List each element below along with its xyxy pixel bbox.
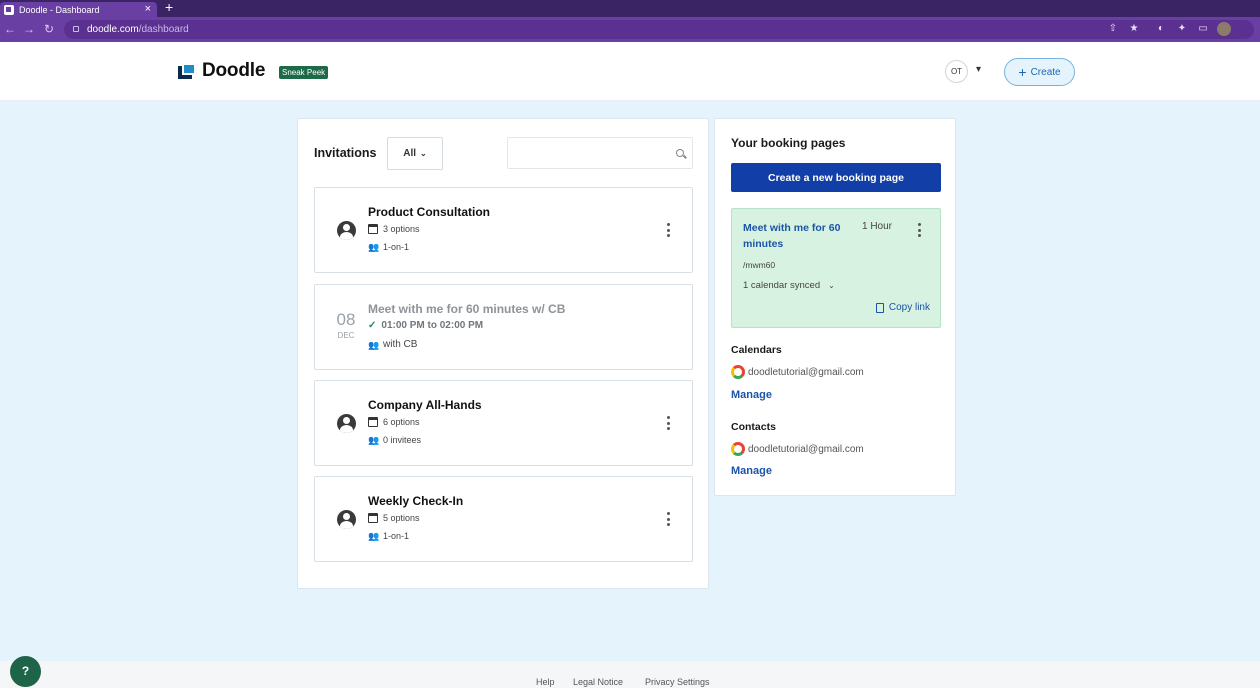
person-icon [337,414,356,433]
people-icon: 👥 [368,339,380,350]
manage-calendars-link[interactable]: Manage [731,389,772,401]
bookmark-star-icon[interactable]: ★ [1128,23,1140,35]
browser-tab-bar: Doodle - Dashboard × + [0,0,1260,17]
event-month: DEC [337,331,355,340]
side-panel-icon[interactable]: ▭ [1197,23,1209,35]
invitation-options: 6 options [368,417,420,427]
create-label: Create [1030,66,1061,78]
more-options-icon[interactable] [666,512,670,526]
google-icon [731,365,745,379]
invitation-options: 5 options [368,513,420,523]
app-header: Doodle Sneak Peek OT ▾ + Create [0,42,1260,101]
more-options-icon[interactable] [666,223,670,237]
back-icon[interactable]: ← [4,17,16,42]
new-tab-button[interactable]: + [165,0,173,15]
invitations-panel: Invitations All ⌄ Product Consultation 3… [297,118,709,589]
reload-icon[interactable]: ↻ [44,17,54,42]
footer-help-link[interactable]: Help [536,677,555,687]
booking-panel: Your booking pages Create a new booking … [714,118,956,496]
check-icon: ✓ [368,320,377,331]
chevron-down-icon: ⌄ [828,281,835,290]
puzzle-icon[interactable]: ✦ [1176,23,1188,35]
booking-page-duration: 1 Hour [862,221,893,232]
tab-title: Doodle - Dashboard [19,4,100,15]
invitations-title: Invitations [314,146,377,160]
people-icon: 👥 [368,435,380,445]
invitation-title: Meet with me for 60 minutes w/ CB [368,302,566,316]
lock-icon [73,26,79,32]
people-icon: 👥 [368,242,380,252]
footer-legal-link[interactable]: Legal Notice [573,677,623,687]
doodle-logo-icon [178,63,196,79]
user-avatar[interactable]: OT [945,60,968,83]
person-icon [337,221,356,240]
event-time: ✓ 01:00 PM to 02:00 PM [368,320,484,331]
invitation-card[interactable]: Weekly Check-In 5 options 👥 1-on-1 [314,476,693,562]
close-tab-icon[interactable]: × [145,2,151,17]
more-options-icon[interactable] [666,416,670,430]
invitation-title: Weekly Check-In [368,494,464,508]
contacts-account: doodletutorial@gmail.com [731,442,864,456]
browser-tab[interactable]: Doodle - Dashboard × [0,2,157,17]
filter-label: All [403,148,417,159]
calendar-icon [368,513,378,523]
forward-icon[interactable]: → [23,17,35,42]
logo-text[interactable]: Doodle [202,60,265,82]
invitation-title: Product Consultation [368,205,490,219]
search-icon [676,149,684,157]
create-button[interactable]: + Create [1004,58,1075,86]
filter-dropdown[interactable]: All ⌄ [387,137,443,170]
doodle-favicon-icon [4,4,14,15]
manage-contacts-link[interactable]: Manage [731,465,772,477]
browser-toolbar: ← → ↻ doodle.com/dashboard ⇧ ★ ◐ ✦ ▭ [0,17,1260,42]
footer: Help Legal Notice Privacy Settings [0,661,1260,688]
chevron-down-icon[interactable]: ▾ [976,64,981,75]
invitation-options: 3 options [368,224,420,234]
calendar-icon [368,417,378,427]
profile-avatar[interactable] [1217,22,1231,36]
plus-icon: + [1018,64,1027,80]
copy-icon [875,302,884,313]
invitation-type: 👥 1-on-1 [368,242,410,252]
calendar-icon [368,224,378,234]
invitation-title: Company All-Hands [368,398,482,412]
share-icon[interactable]: ⇧ [1107,23,1119,35]
people-icon: 👥 [368,531,380,541]
search-input[interactable] [507,137,693,169]
event-guest: 👥 with CB [368,339,418,350]
chevron-down-icon: ⌄ [420,149,427,158]
booking-page-title[interactable]: Meet with me for 60 minutes [743,220,855,252]
invitation-card[interactable]: Product Consultation 3 options 👥 1-on-1 [314,187,693,273]
google-icon [731,442,745,456]
invitation-type: 👥 1-on-1 [368,531,410,541]
calendars-synced-dropdown[interactable]: 1 calendar synced ⌄ [743,280,835,291]
extension-icon[interactable]: ◐ [1155,23,1167,35]
footer-privacy-link[interactable]: Privacy Settings [645,677,710,687]
address-bar[interactable] [64,20,1254,39]
url-text[interactable]: doodle.com/dashboard [87,17,189,42]
copy-link-button[interactable]: Copy link [875,302,930,313]
create-booking-page-button[interactable]: Create a new booking page [731,163,941,192]
booking-title: Your booking pages [731,136,846,150]
contacts-heading: Contacts [731,421,776,433]
sneak-peek-badge: Sneak Peek [279,66,329,79]
invitation-card[interactable]: 08 DEC Meet with me for 60 minutes w/ CB… [314,284,693,370]
event-day: 08 [336,310,356,329]
booking-page-slug: /mwm60 [743,260,776,270]
more-options-icon[interactable] [917,223,921,237]
invitation-card[interactable]: Company All-Hands 6 options 👥 0 invitees [314,380,693,466]
calendar-account: doodletutorial@gmail.com [731,365,864,379]
help-button[interactable]: ? [10,656,41,687]
person-icon [337,510,356,529]
calendars-heading: Calendars [731,344,782,356]
booking-page-card[interactable]: Meet with me for 60 minutes 1 Hour /mwm6… [731,208,941,328]
invitation-invitees: 👥 0 invitees [368,435,422,445]
